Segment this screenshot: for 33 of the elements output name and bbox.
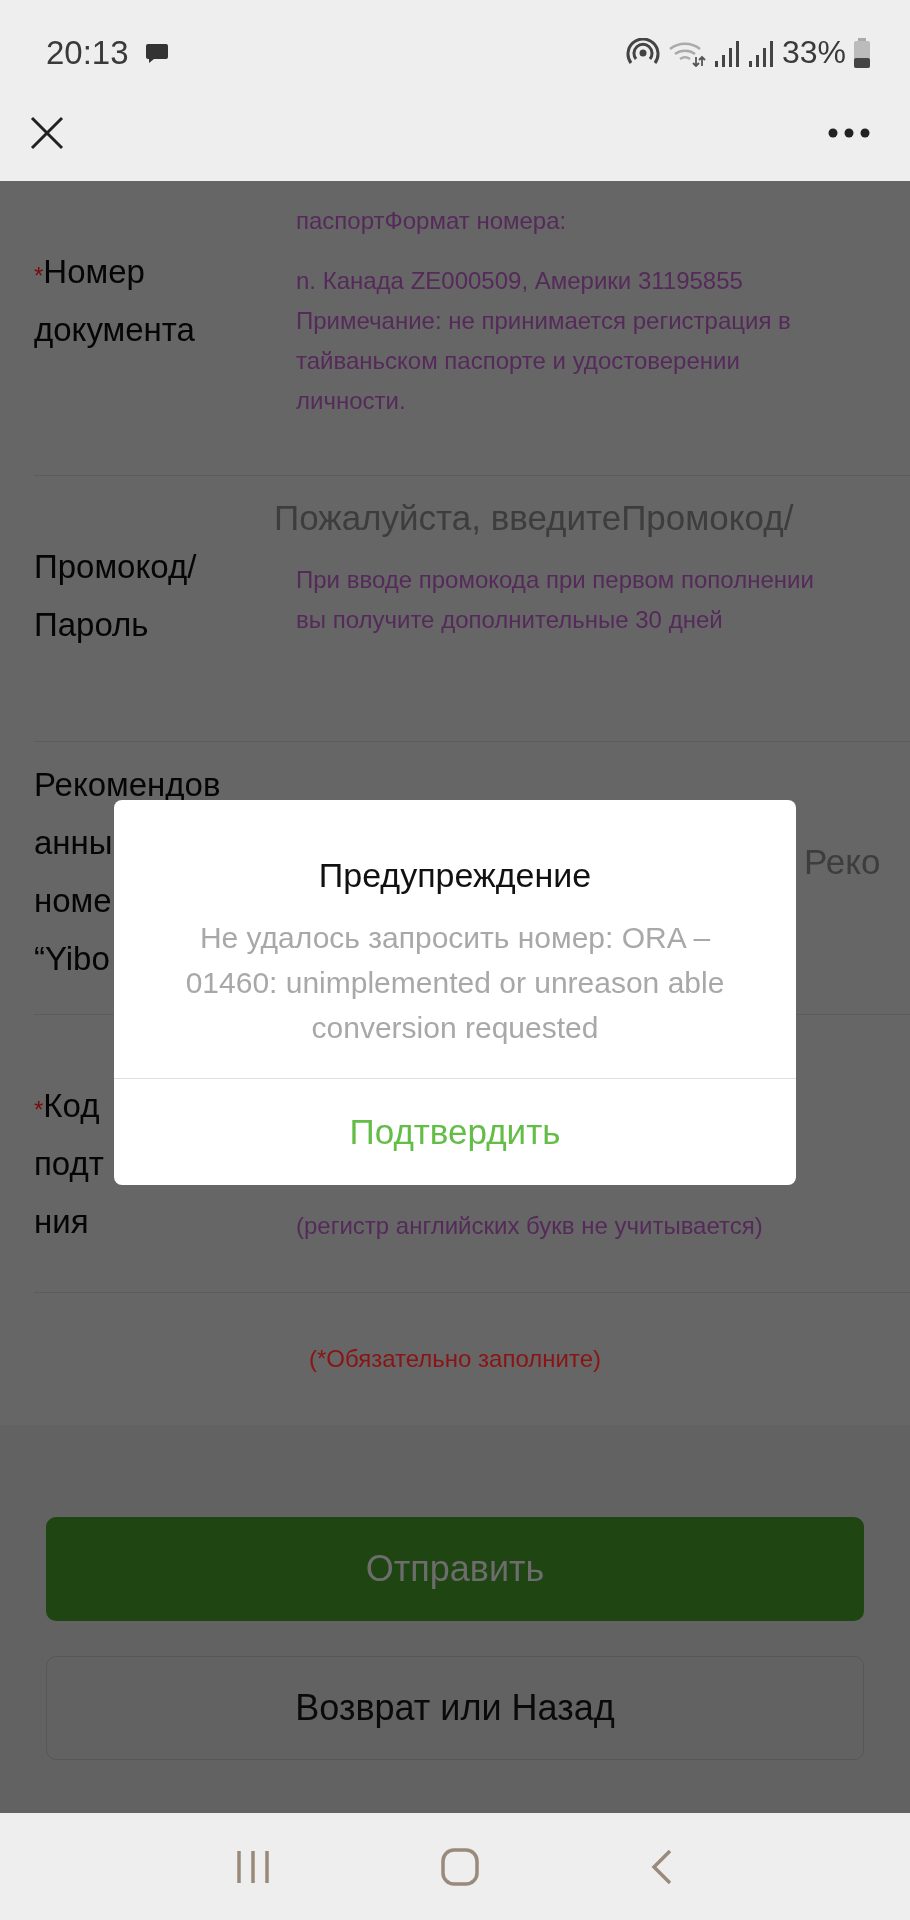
- hint-text: n. Канада ZE000509, Америки 31195855 Примечание: не принимается регистрация в тайваньском паспорте и удостоверении личности.: [296, 266, 792, 416]
- battery-icon: [854, 37, 870, 68]
- field-label: номе: [34, 881, 112, 921]
- submit-button[interactable]: Отправить: [46, 1517, 864, 1621]
- signal-icon: [713, 38, 740, 67]
- back-button[interactable]: Возврат или Назад: [46, 1656, 864, 1760]
- dialog-title: Предупреждение: [318, 856, 592, 895]
- close-icon[interactable]: [30, 116, 64, 150]
- recent-apps-icon[interactable]: [235, 1848, 270, 1885]
- more-icon[interactable]: [828, 128, 870, 138]
- field-label: “Yibo: [34, 939, 110, 979]
- field-label: подт: [34, 1144, 104, 1184]
- home-icon[interactable]: [441, 1847, 479, 1886]
- required-note: (*Обязательно заполните): [309, 1345, 601, 1373]
- signal-icon: [747, 38, 774, 67]
- hint-text: (регистр английских букв не учитывается): [296, 1211, 764, 1241]
- status-time: 20:13: [46, 33, 129, 72]
- field-label: анны: [34, 823, 113, 863]
- confirm-button[interactable]: Подтвердить: [329, 1079, 581, 1185]
- field-label: Код: [43, 1086, 100, 1126]
- hint-text: паспортФормат номера:: [296, 206, 568, 236]
- required-asterisk: *: [34, 264, 44, 288]
- field-label: Рекомендов: [34, 765, 221, 805]
- hint-text: При вводе промокода при первом пополнении вы получите дополнительные 30 дней: [296, 565, 815, 635]
- dialog-message: Не удалось запросить номер: ORA –01460: unimplemented or unreason able conversion requested: [184, 920, 726, 1046]
- field-label: документа: [34, 310, 195, 350]
- field-label: Номер: [43, 252, 145, 292]
- field-label: Пароль: [34, 605, 149, 645]
- field-label: Промокод/: [34, 547, 197, 587]
- battery-percent: 33%: [781, 34, 846, 71]
- required-asterisk: *: [34, 1098, 44, 1122]
- message-icon: [144, 41, 169, 64]
- field-label: ния: [34, 1202, 89, 1242]
